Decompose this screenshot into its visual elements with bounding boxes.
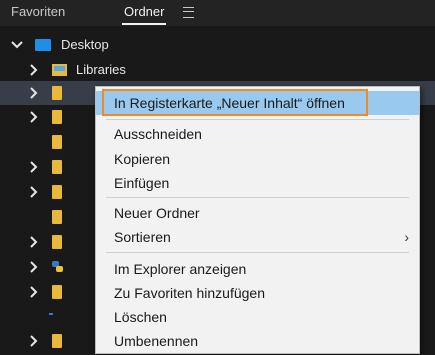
menu-separator [106,119,409,120]
desktop-icon [35,39,51,51]
libraries-icon [52,64,67,76]
chevron-right-icon[interactable] [27,110,41,124]
tree-item-label: Desktop [61,37,109,52]
tree-item-label: Libraries [76,62,126,77]
menu-item-add-to-favorites[interactable]: Zu Favoriten hinzufügen [96,281,419,305]
chevron-right-icon[interactable] [27,185,41,199]
menu-item-paste[interactable]: Einfügen [96,171,419,195]
context-menu: In Registerkarte „Neuer Inhalt“ öffnen A… [95,86,420,354]
chevron-right-icon[interactable] [27,160,41,174]
menu-item-label: Sortieren [114,229,171,245]
folder-icon [52,334,62,348]
folder-icon [52,285,62,299]
menu-separator [106,197,409,198]
menu-item-label: Einfügen [114,175,170,191]
folder-icon [52,235,62,249]
menu-item-cut[interactable]: Ausschneiden [96,122,419,146]
tree-item-libraries[interactable]: Libraries [0,58,435,82]
menu-item-label: Umbenennen [114,333,199,349]
chevron-down-icon[interactable] [10,38,24,52]
menu-item-sort[interactable]: Sortieren › [96,225,419,249]
chevron-right-icon[interactable] [27,86,41,100]
menu-item-copy[interactable]: Kopieren [96,147,419,171]
chevron-right-icon[interactable] [27,334,41,348]
tab-ordner[interactable]: Ordner [121,4,167,25]
folder-icon [52,135,62,149]
folder-icon [52,160,62,174]
chevron-right-icon[interactable] [27,285,41,299]
tab-favoriten[interactable]: Favoriten [11,4,65,19]
panel-tab-bar: Favoriten Ordner [0,0,435,26]
tree-item-desktop[interactable]: Desktop [0,33,435,57]
menu-item-delete[interactable]: Löschen [96,305,419,329]
menu-item-label: Ausschneiden [114,126,202,142]
python-icon [51,260,64,273]
hamburger-menu-icon[interactable] [183,7,194,18]
chevron-right-icon[interactable] [27,63,41,77]
menu-item-label: Neuer Ordner [114,205,200,221]
folder-icon [52,86,62,100]
file-icon [49,313,53,315]
menu-item-label: Kopieren [114,151,171,167]
menu-item-new-folder[interactable]: Neuer Ordner [96,201,419,225]
folder-icon [52,210,62,224]
menu-separator [106,252,409,253]
highlight-outline [102,89,368,116]
folder-icon [52,110,62,124]
submenu-arrow-icon: › [404,229,409,245]
menu-item-show-in-explorer[interactable]: Im Explorer anzeigen [96,257,419,281]
menu-item-label: Zu Favoriten hinzufügen [114,285,265,301]
menu-item-label: Löschen [114,309,167,325]
menu-item-label: Im Explorer anzeigen [114,261,247,277]
chevron-right-icon[interactable] [27,260,41,274]
chevron-right-icon[interactable] [27,235,41,249]
folder-icon [52,185,62,199]
menu-item-rename[interactable]: Umbenennen [96,329,419,353]
